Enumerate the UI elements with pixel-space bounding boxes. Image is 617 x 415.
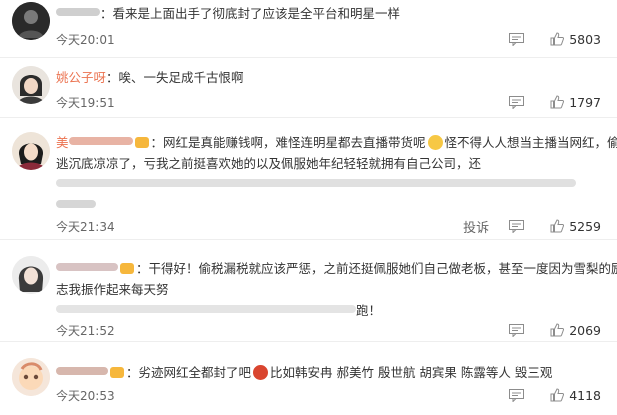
comment-time: 今天19:51 bbox=[56, 96, 115, 110]
avatar[interactable] bbox=[12, 132, 50, 170]
report-button[interactable]: 投诉 bbox=[463, 217, 489, 236]
blurred-text bbox=[56, 195, 607, 213]
comment-content-line2: 志我振作起来每天努 bbox=[56, 282, 169, 297]
like-button[interactable]: 5259 bbox=[550, 219, 601, 234]
like-count: 5803 bbox=[569, 31, 601, 47]
username[interactable]: 姚公子呀 bbox=[56, 70, 106, 85]
comment-text: 美 ：网红是真能赚钱啊，难怪连明星都去直播带货呢 怪不得人人想当主播当网红，偷 bbox=[56, 132, 617, 153]
vip-badge-icon bbox=[120, 263, 134, 274]
comment-content: ：看来是上面出手了彻底封了应该是全平台和明星一样 bbox=[100, 6, 401, 21]
comment-content-line2: 逃沉底凉凉了，亏我之前挺喜欢她的以及佩服她年纪轻轻就拥有自己公司，还 bbox=[56, 156, 482, 171]
comment-content: ：网红是真能赚钱啊，难怪连明星都去直播带货呢 bbox=[150, 135, 426, 150]
comment-content-cont: 怪不得人人想当主播当网红，偷 bbox=[444, 135, 617, 150]
avatar[interactable] bbox=[12, 2, 50, 40]
comment-text: 姚公子呀：唉、一失足成千古恨啊 bbox=[56, 67, 607, 88]
like-button[interactable]: 4118 bbox=[550, 388, 601, 403]
comment-time: 今天21:52 bbox=[56, 324, 115, 338]
like-count: 1797 bbox=[569, 94, 601, 110]
comment-content: ：劣迹网红全都封了吧 bbox=[126, 365, 252, 380]
reply-icon bbox=[509, 219, 525, 233]
blurred-username bbox=[68, 137, 133, 145]
comment-text: 逃沉底凉凉了，亏我之前挺喜欢她的以及佩服她年纪轻轻就拥有自己公司，还 bbox=[56, 153, 607, 174]
emoji-icon bbox=[253, 365, 269, 380]
reply-button[interactable] bbox=[509, 323, 525, 337]
like-count: 2069 bbox=[569, 322, 601, 338]
like-count: 5259 bbox=[569, 218, 601, 234]
like-button[interactable]: 2069 bbox=[550, 323, 601, 338]
reply-button[interactable] bbox=[509, 32, 525, 46]
reply-button[interactable] bbox=[509, 95, 525, 109]
comment-item: 美 ：网红是真能赚钱啊，难怪连明星都去直播带货呢 怪不得人人想当主播当网红，偷 逃沉… bbox=[0, 118, 617, 240]
comment-item: ：劣迹网红全都封了吧 比如韩安冉 郝美竹 殷世航 胡宾果 陈露等人 毁三观 今天2… bbox=[0, 342, 617, 415]
like-button[interactable]: 5803 bbox=[550, 32, 601, 47]
avatar[interactable] bbox=[12, 66, 50, 104]
thumbs-up-icon bbox=[550, 219, 565, 233]
blurred-text bbox=[56, 174, 607, 195]
reply-icon bbox=[509, 323, 525, 337]
vip-badge-icon bbox=[134, 137, 149, 148]
comment-text: ：看来是上面出手了彻底封了应该是全平台和明星一样 bbox=[56, 3, 607, 24]
comment-text: 志我振作起来每天努 bbox=[56, 279, 607, 300]
avatar[interactable] bbox=[12, 256, 50, 294]
thumbs-up-icon bbox=[550, 95, 565, 109]
blurred-username bbox=[56, 8, 100, 16]
reply-button[interactable] bbox=[509, 219, 525, 233]
comment-content-line3: 跑！ bbox=[356, 303, 382, 318]
comment-content-cont: 比如韩安冉 郝美竹 殷世航 胡宾果 陈露等人 毁三观 bbox=[270, 365, 553, 380]
comment-text: ：劣迹网红全都封了吧 比如韩安冉 郝美竹 殷世航 胡宾果 陈露等人 毁三观 bbox=[56, 362, 607, 383]
comment-content: ：唉、一失足成千古恨啊 bbox=[106, 70, 244, 85]
comment-item: ：干得好！偷税漏税就应该严惩，之前还挺佩服她们自己做老板，甚至一度因为雪梨的励 … bbox=[0, 240, 617, 342]
thumbs-up-icon bbox=[550, 388, 565, 402]
comment-item: 姚公子呀：唉、一失足成千古恨啊 今天19:51 1797 bbox=[0, 58, 617, 118]
thumbs-up-icon bbox=[550, 32, 565, 46]
comment-time: 今天20:01 bbox=[56, 33, 115, 47]
comment-text: 跑！ bbox=[56, 300, 607, 321]
comment-list: ：看来是上面出手了彻底封了应该是全平台和明星一样 今天20:01 5803 姚公… bbox=[0, 0, 617, 415]
avatar[interactable] bbox=[12, 358, 50, 396]
reply-icon bbox=[509, 95, 525, 109]
username[interactable]: 美 bbox=[56, 135, 69, 150]
emoji-icon bbox=[427, 135, 443, 150]
like-count: 4118 bbox=[569, 387, 601, 403]
like-button[interactable]: 1797 bbox=[550, 95, 601, 110]
comment-time: 今天21:34 bbox=[56, 220, 115, 234]
thumbs-up-icon bbox=[550, 323, 565, 337]
comment-content: ：干得好！偷税漏税就应该严惩，之前还挺佩服她们自己做老板，甚至一度因为雪梨的励 bbox=[136, 261, 617, 276]
comment-text: ：干得好！偷税漏税就应该严惩，之前还挺佩服她们自己做老板，甚至一度因为雪梨的励 bbox=[56, 258, 617, 279]
reply-icon bbox=[509, 32, 525, 46]
blurred-text bbox=[56, 305, 356, 313]
vip-badge-icon bbox=[110, 367, 124, 378]
blurred-username bbox=[56, 263, 118, 271]
reply-button[interactable] bbox=[509, 388, 525, 402]
comment-item: ：看来是上面出手了彻底封了应该是全平台和明星一样 今天20:01 5803 bbox=[0, 0, 617, 58]
reply-icon bbox=[509, 388, 525, 402]
comment-time: 今天20:53 bbox=[56, 389, 115, 403]
blurred-username bbox=[56, 367, 108, 375]
